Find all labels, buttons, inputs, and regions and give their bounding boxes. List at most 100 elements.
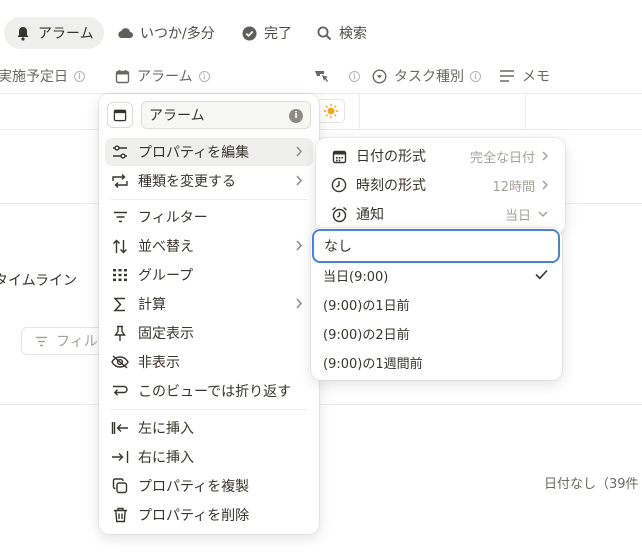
menu-item-hide[interactable]: 非表示 <box>105 348 313 376</box>
option-label: (9:00)の1日前 <box>323 298 410 314</box>
cloud-icon <box>116 24 134 42</box>
column-label: メモ <box>522 69 550 85</box>
notification-row[interactable]: 通知 当日 <box>322 200 559 228</box>
chevron-right-icon <box>295 239 303 252</box>
tab-someday[interactable]: いつか/多分 <box>106 17 225 49</box>
menu-item-wrap[interactable]: このビューでは折り返す <box>105 377 313 405</box>
chevron-right-icon <box>295 145 303 158</box>
notification-value: 当日 <box>505 200 549 228</box>
notify-option-2-days-before[interactable]: (9:00)の2日前 <box>315 319 558 347</box>
menu-item-insert-right[interactable]: 右に挿入 <box>105 443 313 471</box>
menu-item-sort[interactable]: 並べ替え <box>105 232 313 260</box>
date-format-row[interactable]: 日付の形式 完全な日付 <box>322 142 559 170</box>
chevron-right-icon <box>541 150 549 162</box>
notify-option-same-day[interactable]: 当日(9:00) <box>315 261 558 289</box>
sliders-icon <box>111 143 129 161</box>
info-icon: i <box>470 70 481 82</box>
time-format-row[interactable]: 時刻の形式 12時間 <box>322 171 559 199</box>
row-value: 完全な日付 <box>469 150 535 166</box>
pin-icon <box>111 324 129 342</box>
filter-icon <box>32 332 50 350</box>
menu-item-label: プロパティを編集 <box>138 145 250 161</box>
filter-button[interactable]: フィルタ <box>21 327 111 355</box>
property-menu: アラーム i プロパティを編集 種類を変更する フィルター 並べ替え グループ … <box>99 94 319 534</box>
row-label: 時刻の形式 <box>356 178 426 194</box>
insert-left-icon <box>111 419 129 437</box>
info-icon: i <box>289 109 303 123</box>
menu-item-label: 固定表示 <box>138 326 194 342</box>
menu-item-insert-left[interactable]: 左に挿入 <box>105 414 313 442</box>
column-label: タスク種別 <box>394 69 464 85</box>
divider <box>525 93 526 130</box>
notify-option-1-day-before[interactable]: (9:00)の1日前 <box>315 290 558 318</box>
select-icon <box>370 67 388 85</box>
sort-icon <box>111 237 129 255</box>
option-label: (9:00)の2日前 <box>323 327 410 343</box>
row-value: 当日 <box>504 208 531 224</box>
menu-item-label: このビューでは折り返す <box>138 384 292 400</box>
trash-icon <box>111 506 129 524</box>
duplicate-icon <box>111 477 129 495</box>
column-task-type[interactable]: タスク種別 i <box>370 64 481 88</box>
search-icon <box>315 24 333 42</box>
bell-icon <box>14 24 32 42</box>
option-label: 当日(9:00) <box>323 269 389 285</box>
tab-label: 検索 <box>339 26 367 42</box>
menu-item-duplicate[interactable]: プロパティを複製 <box>105 472 313 500</box>
column-alarm[interactable]: アラーム i <box>113 64 210 88</box>
change-type-icon <box>111 172 129 190</box>
row-value: 12時間 <box>492 179 535 195</box>
column-scheduled-date[interactable]: 実施予定日 i <box>0 64 85 88</box>
clock-icon <box>330 176 348 194</box>
alarm-clock-icon <box>330 205 348 223</box>
no-date-label: 日付なし（39件 <box>544 477 639 492</box>
tab-search[interactable]: 検索 <box>305 17 377 49</box>
option-label: (9:00)の1週間前 <box>323 356 423 372</box>
tab-label: いつか/多分 <box>140 26 215 42</box>
notification-options-menu: なし 当日(9:00) (9:00)の1日前 (9:00)の2日前 (9:00)… <box>311 228 562 380</box>
column-unnamed[interactable]: i <box>313 64 360 88</box>
notify-option-none[interactable]: なし <box>312 229 560 263</box>
calendar-icon <box>113 108 127 122</box>
menu-separator <box>111 199 307 200</box>
menu-item-label: フィルター <box>138 210 208 226</box>
menu-item-label: プロパティを削除 <box>138 508 250 524</box>
timeline-label[interactable]: タイムライン <box>0 270 77 290</box>
group-icon <box>111 266 129 284</box>
info-icon: i <box>74 70 85 82</box>
menu-item-group[interactable]: グループ <box>105 261 313 289</box>
check-circle-icon <box>240 24 258 42</box>
menu-item-label: 種類を変更する <box>138 174 236 190</box>
sun-emoji-icon[interactable] <box>317 99 345 123</box>
property-name-input[interactable]: アラーム i <box>141 101 311 129</box>
notify-option-1-week-before[interactable]: (9:00)の1週間前 <box>315 348 558 376</box>
pointer-icon <box>313 67 331 85</box>
property-type-button[interactable] <box>107 102 133 128</box>
info-icon: i <box>198 70 210 82</box>
chevron-right-icon <box>541 179 549 191</box>
divider <box>359 93 360 130</box>
checkmark-icon <box>535 269 548 280</box>
menu-item-change-type[interactable]: 種類を変更する <box>105 167 313 195</box>
menu-item-edit-property[interactable]: プロパティを編集 <box>105 138 313 166</box>
row-label: 通知 <box>356 207 384 223</box>
option-label: なし <box>324 239 352 255</box>
tab-label: 完了 <box>264 26 292 42</box>
info-icon: i <box>349 70 360 82</box>
menu-item-calculate[interactable]: 計算 <box>105 290 313 318</box>
column-memo[interactable]: メモ <box>498 64 550 88</box>
wrap-icon <box>111 382 129 400</box>
menu-item-pin[interactable]: 固定表示 <box>105 319 313 347</box>
tab-label: アラーム <box>38 26 94 42</box>
tab-alarm[interactable]: アラーム <box>4 17 104 49</box>
date-format-value: 完全な日付 <box>470 142 549 170</box>
filter-icon <box>111 208 129 226</box>
calendar-icon <box>330 147 348 165</box>
chevron-down-icon <box>537 210 549 218</box>
menu-item-filter[interactable]: フィルター <box>105 203 313 231</box>
calendar-icon <box>113 67 131 85</box>
tab-done[interactable]: 完了 <box>230 17 302 49</box>
menu-item-delete[interactable]: プロパティを削除 <box>105 501 313 529</box>
insert-right-icon <box>111 448 129 466</box>
menu-item-label: 非表示 <box>138 355 180 371</box>
